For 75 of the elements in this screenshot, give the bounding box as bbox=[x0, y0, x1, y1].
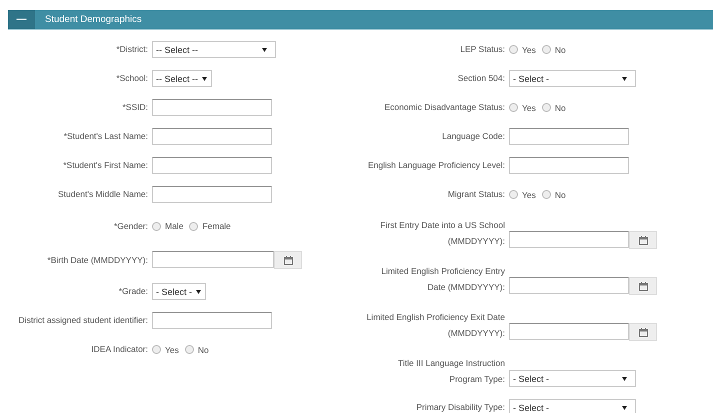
radio-label: Yes bbox=[165, 344, 179, 354]
field-label: Limited English Proficiency Exit Date (MMDDYYYY): bbox=[366, 310, 506, 340]
field-label: Primary Disability Type: bbox=[415, 401, 506, 413]
calendar-icon bbox=[638, 236, 648, 244]
field-label: *Grade: bbox=[118, 285, 149, 298]
text-field[interactable] bbox=[509, 128, 629, 145]
field-label: Migrant Status: bbox=[446, 188, 506, 202]
radio-label: Yes bbox=[522, 190, 536, 200]
field-label: *School: bbox=[115, 72, 149, 86]
text-field[interactable] bbox=[509, 157, 629, 174]
field-label: LEP Status: bbox=[459, 43, 506, 56]
date-field[interactable] bbox=[509, 277, 629, 294]
radio-button[interactable] bbox=[184, 345, 194, 354]
caret-icon bbox=[262, 48, 267, 52]
radio-label: No bbox=[198, 344, 209, 354]
text-field[interactable] bbox=[152, 312, 272, 329]
field-label: *Birth Date (MMDDYYYY): bbox=[46, 254, 149, 267]
radio-button[interactable] bbox=[152, 222, 161, 230]
field-label: English Language Proficiency Level: bbox=[366, 159, 506, 172]
radio-button[interactable] bbox=[509, 190, 518, 199]
field-label: *Student's First Name: bbox=[62, 159, 149, 172]
select-dropdown[interactable]: -- Select -- bbox=[152, 70, 212, 87]
select-dropdown[interactable]: -- Select -- bbox=[152, 41, 276, 58]
collapse-button[interactable]: — bbox=[8, 10, 35, 29]
calendar-button[interactable] bbox=[274, 251, 302, 269]
field-label: *Student's Last Name: bbox=[62, 130, 149, 144]
calendar-button[interactable] bbox=[629, 277, 657, 295]
field-label: District assigned student identifier: bbox=[18, 314, 149, 328]
field-label: *SSID: bbox=[121, 101, 149, 114]
field-label: *District: bbox=[115, 43, 149, 56]
text-field[interactable] bbox=[152, 186, 272, 203]
caret-icon bbox=[196, 290, 202, 294]
field-label: Limited English Proficiency Entry Date (MMDDYYYY): bbox=[380, 264, 506, 294]
select-dropdown[interactable]: - Select - bbox=[509, 399, 636, 413]
radio-button[interactable] bbox=[189, 222, 198, 230]
radio-label: No bbox=[554, 44, 566, 54]
field-label: Economic Disadvantage Status: bbox=[384, 101, 506, 114]
radio-label: Yes bbox=[522, 44, 536, 54]
calendar-button[interactable] bbox=[629, 323, 657, 341]
text-field[interactable] bbox=[152, 99, 272, 116]
date-field[interactable] bbox=[509, 231, 629, 248]
caret-icon bbox=[622, 376, 627, 380]
radio-label: Yes bbox=[522, 102, 536, 112]
radio-button[interactable] bbox=[509, 103, 518, 112]
caret-icon bbox=[202, 76, 208, 80]
select-dropdown[interactable]: - Select - bbox=[509, 370, 636, 387]
radio-button[interactable] bbox=[542, 103, 551, 112]
calendar-icon bbox=[638, 282, 648, 290]
field-label: Student's Middle Name: bbox=[57, 188, 149, 202]
field-label: Title III Language Instruction Program Type: bbox=[397, 356, 506, 386]
radio-button[interactable] bbox=[542, 45, 551, 54]
radio-label: No bbox=[554, 102, 566, 112]
radio-button[interactable] bbox=[542, 190, 551, 199]
field-label: IDEA Indicator: bbox=[90, 343, 149, 356]
text-field[interactable] bbox=[152, 128, 272, 145]
calendar-icon bbox=[638, 328, 648, 336]
radio-label: Male bbox=[165, 221, 184, 231]
panel-title: Student Demographics bbox=[45, 14, 142, 25]
date-field[interactable] bbox=[152, 251, 274, 268]
text-field[interactable] bbox=[152, 157, 272, 174]
radio-label: No bbox=[554, 190, 566, 200]
select-dropdown[interactable]: - Select - bbox=[509, 70, 636, 87]
field-label: *Gender: bbox=[112, 220, 149, 233]
radio-label: Female bbox=[202, 221, 231, 231]
select-dropdown[interactable]: - Select - bbox=[152, 283, 206, 300]
radio-button[interactable] bbox=[152, 345, 161, 354]
calendar-button[interactable] bbox=[629, 231, 657, 249]
field-label: Language Code: bbox=[441, 130, 506, 144]
field-label: First Entry Date into a US School (MMDDYYYY): bbox=[379, 218, 506, 248]
caret-icon bbox=[622, 76, 627, 80]
radio-button[interactable] bbox=[509, 45, 518, 54]
field-label: Section 504: bbox=[456, 72, 506, 86]
calendar-icon bbox=[284, 256, 292, 264]
caret-icon bbox=[622, 406, 627, 410]
date-field[interactable] bbox=[509, 323, 629, 340]
